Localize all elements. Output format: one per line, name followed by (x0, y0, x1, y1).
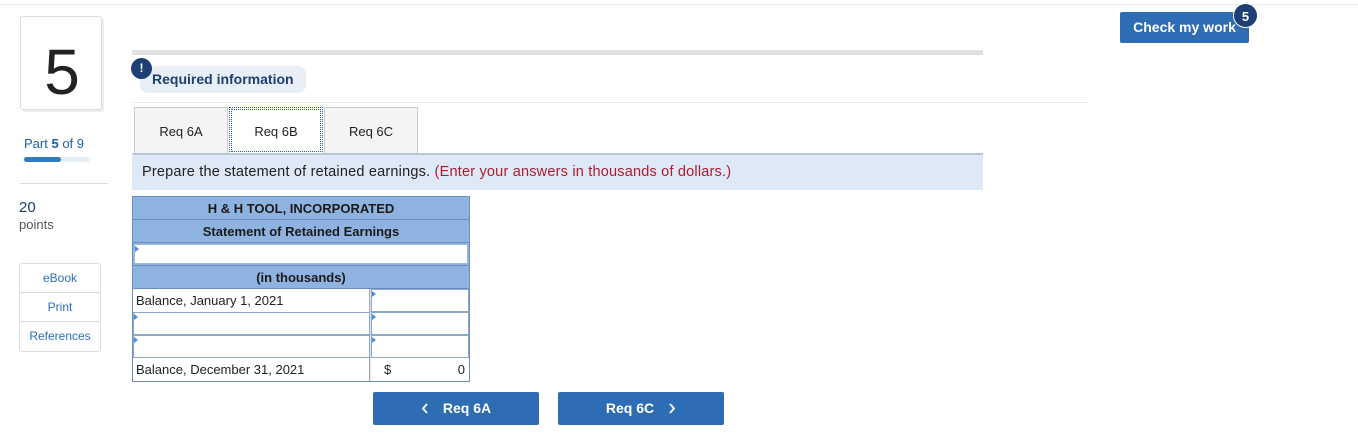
table-row: Balance, December 31, 2021 $ 0 (133, 358, 469, 381)
table-row (133, 312, 469, 335)
question-progress-bar (132, 50, 983, 55)
chevron-right-icon (669, 403, 676, 414)
top-divider (0, 4, 1358, 5)
part-progress-fill (24, 157, 61, 162)
table-row (133, 335, 469, 358)
references-link[interactable]: References (20, 322, 100, 351)
part-total: of 9 (62, 136, 85, 151)
period-row (133, 243, 469, 266)
instruction-banner: Prepare the statement of retained earnin… (132, 155, 983, 190)
part-label: Part (24, 136, 48, 151)
next-req-label: Req 6C (605, 400, 655, 416)
ebook-link[interactable]: eBook (20, 264, 100, 293)
currency-symbol: $ (384, 362, 392, 377)
chevron-left-icon (421, 403, 428, 414)
instruction-note: (Enter your answers in thousands of doll… (434, 164, 732, 180)
check-attempts-badge: 5 (1233, 3, 1258, 28)
print-link[interactable]: Print (20, 293, 100, 322)
retained-earnings-statement: H & H TOOL, INCORPORATED Statement of Re… (132, 196, 470, 382)
amount-input[interactable] (371, 312, 469, 335)
tab-req-6b[interactable]: Req 6B (229, 107, 323, 154)
tab-req-6c[interactable]: Req 6C (324, 107, 418, 154)
part-indicator: Part 5 of 9 (24, 136, 84, 151)
header-divider (132, 102, 1088, 103)
question-number: 5 (44, 36, 80, 108)
prev-req-button[interactable]: Req 6A (373, 392, 539, 425)
tab-req-6a[interactable]: Req 6A (134, 107, 228, 154)
statement-title: Statement of Retained Earnings (133, 220, 469, 243)
total-value: 0 (457, 362, 465, 377)
next-req-button[interactable]: Req 6C (558, 392, 724, 425)
required-information-label: Required information (152, 71, 294, 87)
company-name: H & H TOOL, INCORPORATED (133, 197, 469, 220)
part-progress-track (24, 157, 90, 162)
row-label: Balance, December 31, 2021 (133, 358, 370, 381)
requirement-tabs: Req 6A Req 6B Req 6C (134, 107, 419, 154)
amount-input[interactable] (371, 289, 469, 312)
alert-icon: ! (131, 58, 152, 79)
required-information-button[interactable]: Required information (140, 66, 306, 93)
table-row: Balance, January 1, 2021 (133, 289, 469, 312)
check-my-work-button[interactable]: Check my work (1120, 12, 1249, 43)
resource-links: eBook Print References (19, 263, 101, 352)
points-value: 20 (19, 199, 36, 216)
total-cell: $ 0 (371, 358, 469, 381)
period-dropdown[interactable] (134, 244, 468, 264)
account-dropdown[interactable] (133, 335, 370, 358)
units-label: (in thousands) (133, 266, 469, 289)
points-label: points (19, 217, 54, 232)
account-dropdown[interactable] (133, 312, 370, 335)
row-label: Balance, January 1, 2021 (133, 289, 370, 312)
part-current: 5 (51, 136, 59, 151)
question-number-box: 5 (20, 16, 102, 110)
amount-input[interactable] (371, 335, 469, 358)
prev-req-label: Req 6A (442, 400, 492, 416)
left-divider (20, 183, 108, 184)
instruction-text: Prepare the statement of retained earnin… (142, 164, 431, 180)
